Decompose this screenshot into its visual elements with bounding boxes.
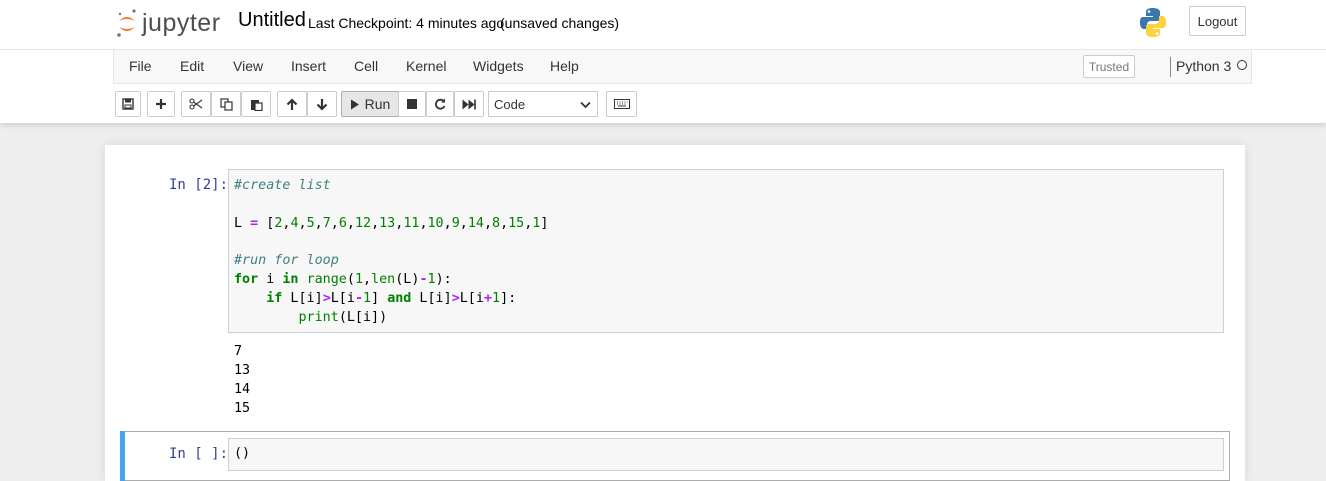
command-palette-button[interactable] — [606, 91, 637, 117]
cell-prompt: In [ ]: — [169, 446, 229, 462]
output-line: 15 — [234, 401, 251, 416]
code-input-area[interactable]: () — [228, 438, 1224, 471]
paste-icon — [250, 99, 263, 111]
move-down-button[interactable] — [307, 91, 337, 117]
move-up-button[interactable] — [277, 91, 307, 117]
notebook-title[interactable]: Untitled — [238, 9, 306, 32]
jupyter-logo[interactable]: jupyter — [116, 7, 221, 39]
kernel-name[interactable]: Python 3 — [1176, 58, 1231, 74]
jupyter-logo-icon — [117, 9, 136, 37]
cut-button[interactable] — [181, 91, 211, 117]
copy-icon — [219, 97, 233, 111]
trusted-indicator[interactable]: Trusted — [1083, 55, 1135, 78]
menu-file[interactable]: File — [129, 58, 152, 74]
cell-type-value: Code — [494, 96, 526, 112]
autosave-status: (unsaved changes) — [500, 15, 620, 31]
menu-edit[interactable]: Edit — [180, 58, 204, 74]
code-input-area[interactable]: #create list L = [2,4,5,7,6,12,13,11,10,… — [228, 169, 1224, 333]
stop-icon — [407, 99, 417, 109]
header: jupyter Untitled Last Checkpoint: 4 minu… — [0, 0, 1326, 123]
restart-icon — [435, 98, 446, 110]
menu-cell[interactable]: Cell — [354, 58, 378, 74]
menu-view[interactable]: View — [233, 58, 263, 74]
code-editor[interactable]: #create list L = [2,4,5,7,6,12,13,11,10,… — [234, 177, 548, 327]
run-button[interactable]: Run — [341, 91, 399, 117]
arrow-up-icon — [286, 97, 298, 110]
arrow-down-icon — [316, 98, 328, 111]
menu-insert[interactable]: Insert — [291, 58, 326, 74]
checkpoint-status: Last Checkpoint: 4 minutes ago — [308, 15, 505, 31]
menu-widgets[interactable]: Widgets — [473, 58, 524, 74]
python-logo-icon — [1139, 7, 1167, 43]
run-icon — [350, 99, 359, 109]
interrupt-button[interactable] — [398, 91, 426, 117]
insert-cell-button[interactable] — [147, 91, 175, 117]
output-line: 13 — [234, 363, 251, 378]
cell-prompt: In [2]: — [169, 177, 229, 193]
kernel-divider — [1170, 57, 1171, 77]
keyboard-icon — [613, 99, 630, 109]
run-label: Run — [364, 96, 391, 112]
logout-button[interactable]: Logout — [1189, 6, 1246, 36]
cell-type-select[interactable]: Code — [488, 91, 598, 117]
plus-icon — [156, 99, 166, 109]
kernel-idle-icon — [1237, 60, 1247, 70]
save-icon — [122, 98, 134, 110]
restart-run-all-button[interactable] — [454, 91, 484, 117]
logo-text: jupyter — [142, 8, 221, 37]
output-line: 14 — [234, 382, 251, 397]
copy-button[interactable] — [211, 91, 241, 117]
menu-kernel[interactable]: Kernel — [406, 58, 446, 74]
cut-icon — [189, 98, 203, 110]
chevron-down-icon — [580, 101, 591, 109]
code-editor[interactable]: () — [234, 445, 250, 464]
fast-forward-icon — [462, 99, 476, 109]
menu-help[interactable]: Help — [550, 58, 579, 74]
cell-output: 7 13 14 15 — [234, 342, 250, 418]
restart-button[interactable] — [426, 91, 454, 117]
menubar: File Edit View Insert Cell Kernel Widget… — [113, 50, 1252, 84]
save-button[interactable] — [115, 91, 141, 117]
selected-cell-indicator — [120, 431, 125, 481]
paste-button[interactable] — [241, 91, 271, 117]
output-line: 7 — [234, 344, 243, 359]
